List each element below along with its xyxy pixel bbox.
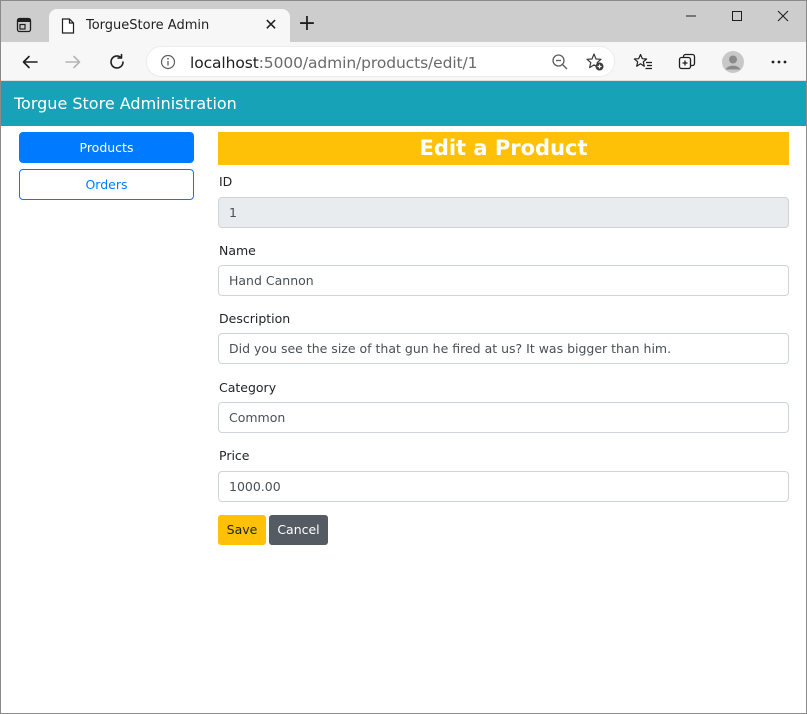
- forward-arrow-icon[interactable]: [59, 48, 87, 76]
- browser-toolbar: localhost:5000/admin/products/edit/1: [1, 42, 806, 81]
- sidebar-item-orders[interactable]: Orders: [19, 169, 194, 200]
- address-host: localhost: [190, 54, 259, 72]
- zoom-out-icon[interactable]: [551, 53, 569, 71]
- name-field[interactable]: Hand Cannon: [218, 265, 789, 296]
- address-url[interactable]: localhost:5000/admin/products/edit/1: [190, 54, 478, 72]
- profile-avatar-icon[interactable]: [719, 48, 747, 76]
- cancel-button[interactable]: Cancel: [269, 515, 328, 545]
- name-label: Name: [219, 243, 256, 258]
- description-field[interactable]: Did you see the size of that gun he fire…: [218, 333, 789, 364]
- address-path: :5000/admin/products/edit/1: [258, 54, 478, 72]
- browser-tab[interactable]: TorgueStore Admin ✕: [49, 9, 290, 42]
- tab-strip: TorgueStore Admin ✕ +: [1, 1, 806, 42]
- maximize-icon[interactable]: [714, 1, 760, 31]
- favorites-icon[interactable]: [629, 48, 657, 76]
- info-icon[interactable]: [160, 54, 176, 70]
- sidebar-item-products[interactable]: Products: [19, 132, 194, 163]
- close-icon[interactable]: ✕: [262, 16, 280, 34]
- page-title: Edit a Product: [218, 132, 789, 165]
- description-label: Description: [219, 311, 291, 326]
- more-options-icon[interactable]: [765, 48, 793, 76]
- id-field: 1: [218, 197, 789, 228]
- category-field[interactable]: Common: [218, 402, 789, 433]
- add-favorite-icon[interactable]: [585, 52, 605, 72]
- app-title: Torgue Store Administration: [14, 94, 237, 113]
- id-label: ID: [219, 174, 233, 189]
- refresh-icon[interactable]: [103, 48, 131, 76]
- app-header: Torgue Store Administration: [1, 81, 806, 126]
- new-tab-icon[interactable]: +: [296, 13, 318, 36]
- tab-actions-icon[interactable]: [10, 11, 38, 39]
- category-label: Category: [219, 380, 277, 395]
- back-arrow-icon[interactable]: [16, 48, 44, 76]
- browser-window: TorgueStore Admin ✕ + localhost:5000/adm…: [0, 0, 807, 714]
- price-label: Price: [219, 448, 250, 463]
- minimize-icon[interactable]: [668, 1, 714, 31]
- price-field[interactable]: 1000.00: [218, 471, 789, 502]
- address-bar[interactable]: localhost:5000/admin/products/edit/1: [146, 46, 615, 77]
- page-icon: [61, 18, 75, 34]
- tab-title: TorgueStore Admin: [86, 18, 210, 33]
- window-close-icon[interactable]: [760, 1, 806, 31]
- collections-icon[interactable]: [673, 48, 701, 76]
- save-button[interactable]: Save: [218, 515, 266, 545]
